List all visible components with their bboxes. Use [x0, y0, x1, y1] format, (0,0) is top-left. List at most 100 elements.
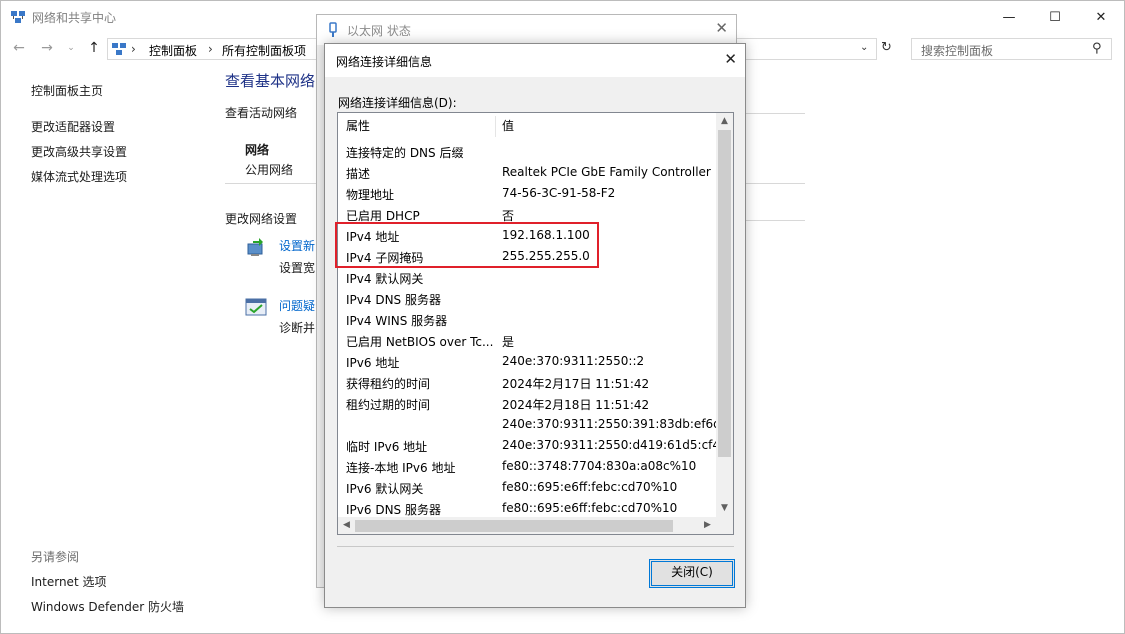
horizontal-scrollbar[interactable]: ◀ ▶	[338, 517, 733, 534]
list-item[interactable]: 连接特定的 DNS 后缀	[338, 141, 716, 162]
details-list-label: 网络连接详细信息(D):	[338, 96, 457, 110]
property-name: 描述	[346, 167, 371, 181]
list-item[interactable]: 描述 Realtek PCIe GbE Family Controller	[338, 162, 716, 183]
troubleshoot-icon	[245, 297, 269, 322]
scroll-up-icon[interactable]: ▲	[716, 113, 733, 130]
property-name: IPv4 默认网关	[346, 272, 424, 286]
list-item[interactable]: IPv4 WINS 服务器	[338, 309, 716, 330]
recent-dropdown-icon[interactable]: ⌄	[63, 39, 79, 57]
window-title: 网络和共享中心	[32, 11, 117, 25]
column-header-property[interactable]: 属性	[346, 113, 370, 140]
property-value: fe80::695:e6ff:febc:cd70%10	[502, 480, 678, 494]
breadcrumb-separator-icon: ›	[208, 42, 213, 56]
close-button-focus	[651, 561, 733, 586]
new-connection-icon	[245, 236, 269, 263]
property-value: 240e:370:9311:2550:d419:61d5:cf43:1	[502, 438, 716, 452]
sidebar-item-media-streaming[interactable]: 媒体流式处理选项	[31, 168, 127, 185]
network-name: 网络	[245, 143, 270, 157]
property-name: IPv6 DNS 服务器	[346, 503, 441, 517]
search-placeholder: 搜索控制面板	[921, 44, 994, 58]
setup-connection-link[interactable]: 设置新	[279, 237, 315, 254]
property-name: 连接-本地 IPv6 地址	[346, 461, 456, 475]
vertical-scrollbar[interactable]: ▲ ▼	[716, 113, 733, 517]
list-item[interactable]: 租约过期的时间 2024年2月18日 11:51:42	[338, 393, 716, 414]
details-list[interactable]: 属性 值 连接特定的 DNS 后缀 描述 Realtek PCIe GbE Fami…	[337, 112, 734, 535]
list-item[interactable]: IPv4 DNS 服务器	[338, 288, 716, 309]
vertical-scroll-thumb[interactable]	[718, 130, 731, 457]
page-title: 查看基本网络	[225, 72, 316, 90]
see-also-heading: 另请参阅	[31, 550, 80, 564]
sidebar-item-home[interactable]: 控制面板主页	[31, 82, 103, 99]
list-item[interactable]: IPv6 默认网关 fe80::695:e6ff:febc:cd70%10	[338, 477, 716, 498]
details-title-bar: 网络连接详细信息 ✕	[325, 44, 745, 77]
highlight-annotation	[335, 222, 599, 268]
list-item[interactable]: 获得租约的时间 2024年2月17日 11:51:42	[338, 372, 716, 393]
breadcrumb-control-panel[interactable]: 控制面板	[149, 42, 197, 59]
change-settings-label: 更改网络设置	[225, 212, 298, 226]
network-icon	[10, 10, 26, 24]
list-item[interactable]: IPv6 DNS 服务器 fe80::695:e6ff:febc:cd70%10	[338, 498, 716, 519]
property-value: fe80::3748:7704:830a:a08c%10	[502, 459, 697, 473]
property-name: IPv6 地址	[346, 356, 400, 370]
scroll-right-icon[interactable]: ▶	[699, 517, 716, 534]
control-panel-icon	[111, 42, 127, 59]
property-name: IPv4 WINS 服务器	[346, 314, 448, 328]
address-dropdown-icon[interactable]: ⌄	[860, 42, 868, 53]
list-item[interactable]: 连接-本地 IPv6 地址 fe80::3748:7704:830a:a08c%1…	[338, 456, 716, 477]
back-arrow-icon[interactable]: ←	[11, 39, 27, 57]
property-name: IPv4 DNS 服务器	[346, 293, 441, 307]
sidebar-item-adapter-settings[interactable]: 更改适配器设置	[31, 118, 115, 135]
dialog-separator	[337, 546, 734, 547]
property-value: 是	[502, 335, 515, 349]
breadcrumb-all-items[interactable]: 所有控制面板项	[222, 42, 306, 59]
property-value: fe80::695:e6ff:febc:cd70%10	[502, 501, 678, 515]
details-close-icon[interactable]: ✕	[724, 50, 737, 68]
property-value: 240e:370:9311:2550::2	[502, 354, 645, 368]
scroll-down-icon[interactable]: ▼	[716, 500, 733, 517]
list-item[interactable]: 240e:370:9311:2550:391:83db:ef6d:8e	[338, 414, 716, 435]
status-dialog-title: 以太网 状态	[347, 24, 411, 38]
maximize-button[interactable]: ☐	[1032, 1, 1078, 33]
property-name: 物理地址	[346, 188, 395, 202]
status-close-icon[interactable]: ✕	[715, 19, 728, 37]
property-name: IPv6 默认网关	[346, 482, 424, 496]
details-dialog-title: 网络连接详细信息	[336, 55, 433, 69]
breadcrumb-separator-icon: ›	[131, 42, 136, 56]
ethernet-icon	[327, 22, 339, 41]
property-name: 连接特定的 DNS 后缀	[346, 146, 464, 160]
internet-options-link[interactable]: Internet 选项	[31, 573, 106, 590]
active-networks-label: 查看活动网络	[225, 106, 298, 120]
scroll-left-icon[interactable]: ◀	[338, 517, 355, 534]
property-value: 240e:370:9311:2550:391:83db:ef6d:8e	[502, 417, 716, 431]
refresh-icon[interactable]: ↻	[881, 40, 892, 55]
minimize-button[interactable]: —	[986, 1, 1032, 33]
property-name: 已启用 NetBIOS over Tc...	[346, 335, 494, 349]
up-arrow-icon[interactable]: ↑	[86, 39, 102, 57]
property-name: 租约过期的时间	[346, 398, 431, 412]
close-window-button[interactable]: ✕	[1078, 1, 1124, 33]
property-value: 74-56-3C-91-58-F2	[502, 186, 616, 200]
column-divider[interactable]	[495, 116, 496, 137]
network-type: 公用网络	[245, 163, 294, 177]
horizontal-scroll-thumb[interactable]	[355, 520, 673, 532]
list-item[interactable]: 临时 IPv6 地址 240e:370:9311:2550:d419:61d5:c…	[338, 435, 716, 456]
connection-details-dialog: 网络连接详细信息 ✕ 网络连接详细信息(D): 属性 值 连接特定的 DNS 后…	[324, 43, 746, 608]
sidebar-item-advanced-sharing[interactable]: 更改高级共享设置	[31, 143, 127, 160]
defender-firewall-link[interactable]: Windows Defender 防火墙	[31, 598, 184, 615]
forward-arrow-icon[interactable]: →	[39, 39, 55, 57]
search-input[interactable]: 搜索控制面板 ⚲	[911, 38, 1112, 60]
setup-connection-desc: 设置宽	[279, 261, 316, 275]
close-button[interactable]: 关闭(C)	[649, 559, 735, 588]
column-header-value[interactable]: 值	[502, 113, 514, 140]
search-icon[interactable]: ⚲	[1092, 41, 1102, 56]
list-item[interactable]: 已启用 NetBIOS over Tc... 是	[338, 330, 716, 351]
troubleshoot-link[interactable]: 问题疑	[279, 297, 315, 314]
property-value: 2024年2月18日 11:51:42	[502, 398, 650, 412]
list-item[interactable]: 物理地址 74-56-3C-91-58-F2	[338, 183, 716, 204]
list-item[interactable]: IPv4 默认网关	[338, 267, 716, 288]
troubleshoot-desc: 诊断并	[279, 321, 316, 335]
list-item[interactable]: IPv6 地址 240e:370:9311:2550::2	[338, 351, 716, 372]
property-name: 临时 IPv6 地址	[346, 440, 428, 454]
property-value: Realtek PCIe GbE Family Controller	[502, 165, 711, 179]
property-name: 获得租约的时间	[346, 377, 431, 391]
